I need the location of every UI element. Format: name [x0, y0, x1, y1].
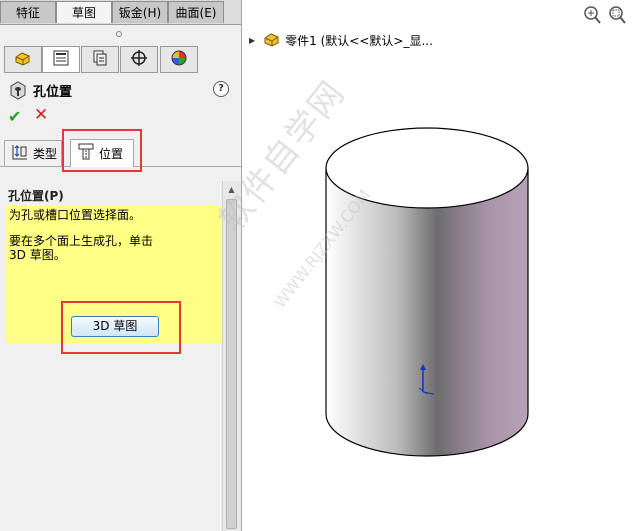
property-sub-tabs: 类型 位置: [0, 136, 241, 167]
grip-dot-icon: [116, 31, 122, 37]
property-manager-tab[interactable]: [42, 46, 80, 73]
tab-features[interactable]: 特征: [0, 1, 56, 23]
tab-surfaces[interactable]: 曲面(E): [168, 1, 224, 23]
scroll-thumb[interactable]: [226, 199, 237, 529]
message-line: 3D 草图。: [9, 248, 66, 262]
cylinder-model[interactable]: [322, 126, 532, 458]
zoom-to-fit-icon[interactable]: [582, 4, 602, 26]
origin-triad-icon: [416, 362, 436, 401]
tab-sheet-metal[interactable]: 钣金(H): [112, 1, 168, 23]
group-title: 孔位置(P): [8, 189, 64, 203]
dimxpert-manager-tab[interactable]: [120, 46, 158, 73]
tab-sketch[interactable]: 草图: [56, 1, 112, 23]
configuration-manager-tab[interactable]: [81, 46, 119, 73]
display-manager-tab[interactable]: [160, 46, 198, 73]
expand-arrow-icon[interactable]: ▶: [249, 36, 255, 45]
help-icon[interactable]: ?: [213, 81, 229, 97]
ok-check-icon[interactable]: ✔: [8, 107, 21, 126]
type-icon: [11, 143, 29, 164]
part-icon: [263, 31, 281, 50]
tab-position-label: 位置: [99, 147, 124, 161]
flyout-tree-root[interactable]: ▶ 零件1 (默认<<默认>_显...: [249, 31, 433, 50]
3d-sketch-button[interactable]: 3D 草图: [71, 316, 159, 337]
tab-type[interactable]: 类型: [4, 140, 62, 166]
left-pane: 特征 草图 钣金(H) 曲面(E) 孔位置 ? ✔ ✕ 类型 位置 孔位置(P)…: [0, 0, 242, 531]
feature-manager-icon: [13, 49, 33, 70]
property-manager-title: 孔位置: [33, 85, 73, 100]
manager-tab-bar: [0, 44, 241, 74]
tab-position[interactable]: 位置: [70, 139, 134, 167]
zoom-to-area-icon[interactable]: [606, 4, 626, 26]
tab-type-label: 类型: [33, 147, 58, 161]
property-manager-icon: [52, 49, 70, 70]
vertical-scrollbar[interactable]: ▲: [222, 181, 241, 531]
cancel-x-icon[interactable]: ✕: [34, 105, 48, 125]
property-manager-header: 孔位置 ?: [0, 76, 241, 104]
dimxpert-manager-icon: [130, 49, 148, 70]
hole-wizard-icon: [9, 80, 27, 103]
display-manager-icon: [170, 49, 188, 70]
feature-manager-tab[interactable]: [4, 46, 42, 73]
panel-grip[interactable]: [0, 25, 241, 43]
part-tree-label: 零件1 (默认<<默认>_显...: [285, 34, 433, 48]
message-line: 为孔或槽口位置选择面。: [9, 208, 142, 222]
position-icon: [77, 142, 95, 165]
scroll-up-icon[interactable]: ▲: [223, 181, 240, 198]
message-line: 要在多个面上生成孔，单击: [9, 234, 154, 248]
command-manager-tabs: 特征 草图 钣金(H) 曲面(E): [0, 0, 241, 25]
configuration-manager-icon: [91, 49, 109, 70]
